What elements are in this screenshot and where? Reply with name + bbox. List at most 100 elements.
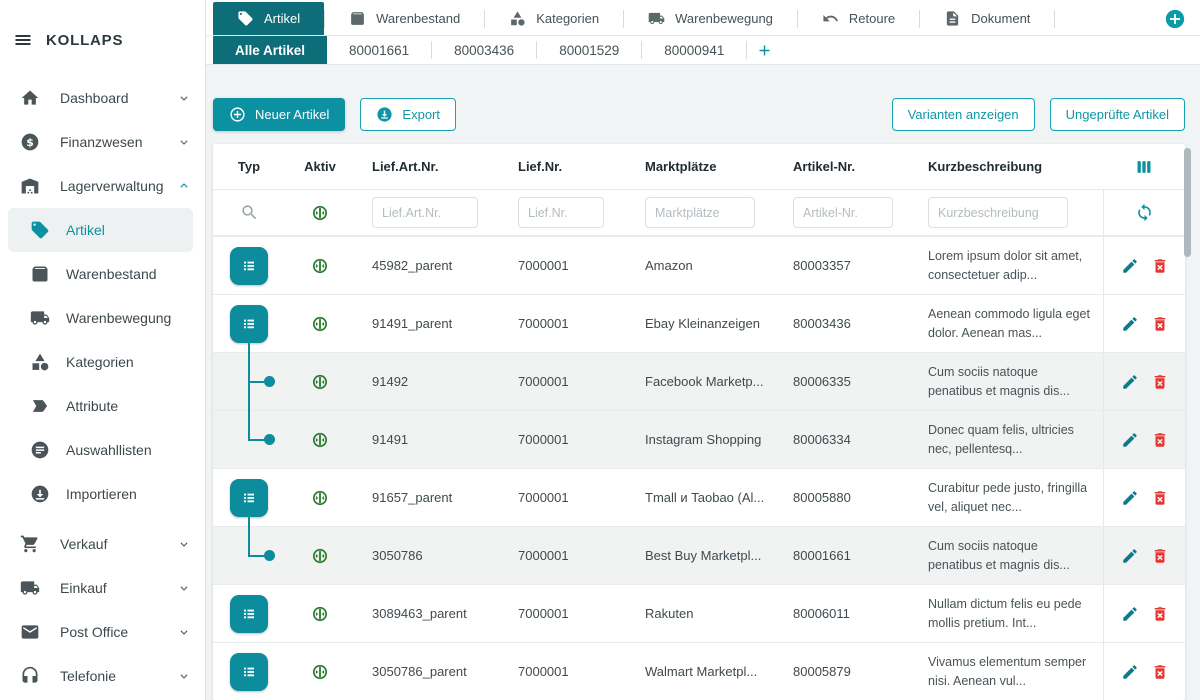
delete-button[interactable] [1151,315,1169,333]
delete-button[interactable] [1151,547,1169,565]
article-type-button[interactable] [230,305,268,343]
sidebar-item-auswahllisten[interactable]: Auswahllisten [0,428,205,472]
add-module-tab-button[interactable] [1164,8,1186,30]
edit-button[interactable] [1121,605,1139,623]
sidebar-item-artikel[interactable]: Artikel [8,208,193,252]
toolbar: Neuer Artikel Export Varianten anzeigen … [213,98,1185,131]
delete-button[interactable] [1151,257,1169,275]
edit-button[interactable] [1121,547,1139,565]
edit-button[interactable] [1121,489,1139,507]
tab-dokument[interactable]: Dokument [920,2,1054,35]
sidebar-item-warenbewegung[interactable]: Warenbewegung [0,296,205,340]
article-type-button[interactable] [230,653,268,691]
article-type-button[interactable] [230,479,268,517]
unchecked-articles-button[interactable]: Ungeprüfte Artikel [1050,98,1185,131]
active-filter-icon[interactable] [312,205,328,221]
truck-icon [648,10,665,27]
edit-button[interactable] [1121,257,1139,275]
sidebar-item-finanzwesen[interactable]: $Finanzwesen [0,120,205,164]
artikel-nr-filter-input[interactable] [793,197,893,228]
scrollbar-thumb[interactable] [1184,148,1191,257]
typ-cell [213,353,285,410]
tab-separator [1054,10,1055,28]
sidebar-item-kategorien[interactable]: Kategorien [0,340,205,384]
sidebar-item-label: Artikel [66,222,179,238]
delete-button[interactable] [1151,663,1169,681]
tree-connector [248,526,250,556]
article-tab-80003436[interactable]: 80003436 [432,36,536,64]
show-variants-button[interactable]: Varianten anzeigen [892,98,1035,131]
kurzbeschreibung-filter-input[interactable] [928,197,1068,228]
actions-cell [1103,469,1185,526]
marktplatz-cell: Rakuten [630,606,778,621]
cart-icon [20,534,40,554]
article-type-button[interactable] [230,595,268,633]
sidebar-item-post-office[interactable]: Post Office [0,610,205,654]
headset-icon [20,666,40,686]
tab-warenbestand[interactable]: Warenbestand [325,2,484,35]
sidebar-item-warenbestand[interactable]: Warenbestand [0,252,205,296]
marktplaetze-filter-input[interactable] [645,197,755,228]
sidebar-item-verkauf[interactable]: Verkauf [0,522,205,566]
sidebar-item-einkauf[interactable]: Einkauf [0,566,205,610]
article-tab-80000941[interactable]: 80000941 [642,36,746,64]
active-status-icon [312,606,328,622]
article-tab-80001529[interactable]: 80001529 [537,36,641,64]
sidebar-item-attribute[interactable]: Attribute [0,384,205,428]
sidebar-item-telefonie[interactable]: Telefonie [0,654,205,698]
sidebar-item-label: Verkauf [60,536,177,552]
kurzbeschreibung-cell: Vivamus elementum semper nisi. Aenean vu… [913,653,1103,689]
sidebar-item-label: Einkauf [60,580,177,596]
brand-logo: KOLLAPS [46,32,123,49]
sidebar-item-label: Auswahllisten [66,442,191,458]
tab-artikel[interactable]: Artikel [213,2,324,35]
marktplatz-cell: Best Buy Marketpl... [630,548,778,563]
tab-label: Kategorien [536,11,599,26]
typ-cell [213,469,285,526]
tab-retoure[interactable]: Retoure [798,2,919,35]
sidebar-item-importieren[interactable]: Importieren [0,472,205,516]
edit-pencil-icon [1121,315,1139,333]
menu-icon[interactable] [13,30,33,50]
lief-art-nr-filter-input[interactable] [372,197,478,228]
aktiv-cell [285,374,355,390]
delete-button[interactable] [1151,373,1169,391]
table-row: 91657_parent7000001Tmall и Taobao (Al...… [213,468,1185,526]
sidebar-item-lagerverwaltung[interactable]: Lagerverwaltung [0,164,205,208]
sidebar-item-dashboard[interactable]: Dashboard [0,76,205,120]
article-tab-label: 80003436 [454,43,514,58]
artikel-nr-cell: 80005879 [778,664,913,679]
category-icon [509,10,526,27]
edit-button[interactable] [1121,663,1139,681]
new-article-label: Neuer Artikel [255,107,329,122]
kurzbeschreibung-text: Cum sociis natoque penatibus et magnis d… [928,363,1103,399]
table-row: 30507867000001Best Buy Marketpl...800016… [213,526,1185,584]
tab-kategorien[interactable]: Kategorien [485,2,623,35]
article-tab-alle-artikel[interactable]: Alle Artikel [213,36,327,64]
article-tab-80001661[interactable]: 80001661 [327,36,431,64]
new-article-button[interactable]: Neuer Artikel [213,98,345,131]
artikel-nr-cell: 80003357 [778,258,913,273]
edit-button[interactable] [1121,431,1139,449]
edit-button[interactable] [1121,315,1139,333]
kurzbeschreibung-cell: Donec quam felis, ultricies nec, pellent… [913,421,1103,457]
refresh-filters-button[interactable] [1135,203,1154,222]
add-article-tab-button[interactable] [747,36,781,64]
show-variants-label: Varianten anzeigen [908,107,1019,122]
sidebar-item-label: Attribute [66,398,191,414]
edit-button[interactable] [1121,373,1139,391]
chevron-down-icon [177,669,191,683]
delete-button[interactable] [1151,489,1169,507]
export-button[interactable]: Export [360,98,456,131]
lief-nr-filter-input[interactable] [518,197,604,228]
sidebar-item-label: Kategorien [66,354,191,370]
active-status-icon [312,316,328,332]
column-settings-button[interactable] [1134,157,1154,177]
delete-button[interactable] [1151,431,1169,449]
article-type-button[interactable] [230,247,268,285]
lief-art-nr-cell: 3089463_parent [355,606,500,621]
main-area: ArtikelWarenbestand Kategorien Warenbewegu… [206,0,1200,700]
delete-button[interactable] [1151,605,1169,623]
tab-warenbewegung[interactable]: Warenbewegung [624,2,797,35]
active-status-icon [312,548,328,564]
